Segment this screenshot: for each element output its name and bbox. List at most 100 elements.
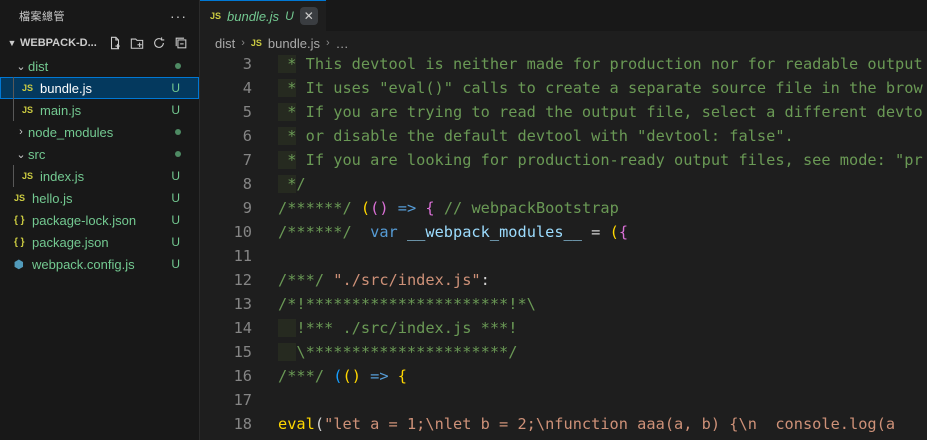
js-file-icon: JS xyxy=(250,38,262,48)
code-line: 5 * If you are trying to read the output… xyxy=(200,100,927,124)
line-number: 8 xyxy=(242,175,252,193)
tree-item-label: dist xyxy=(28,58,49,74)
line-number: 3 xyxy=(242,55,252,73)
code-line: 14 !*** ./src/index.js ***! xyxy=(200,316,927,340)
explorer-actions xyxy=(107,35,189,51)
tab-bar: JS bundle.js U ✕ xyxy=(200,0,927,31)
indent-guide xyxy=(13,99,14,121)
code-text: * If you are trying to read the output f… xyxy=(252,103,927,121)
code-line: 4 * It uses "eval()" calls to create a s… xyxy=(200,76,927,100)
line-number: 11 xyxy=(233,247,252,265)
line-number: 9 xyxy=(242,199,252,217)
explorer-title: 檔案總管 xyxy=(19,10,65,23)
git-status-badge: U xyxy=(171,103,180,117)
collapse-all-icon[interactable] xyxy=(173,35,189,51)
code-line: 11 xyxy=(200,244,927,268)
chevron-down-icon: ⌄ xyxy=(16,60,26,73)
git-status-badge: U xyxy=(171,213,180,227)
line-number: 4 xyxy=(242,79,252,97)
js-file-icon: JS xyxy=(22,105,34,115)
project-section-header[interactable]: ▼ WEBPACK-D... xyxy=(0,31,199,55)
git-status-badge: U xyxy=(171,191,180,205)
line-number: 17 xyxy=(233,391,252,409)
git-status-badge: U xyxy=(171,81,180,95)
tree-item-package-lock-json[interactable]: { } package-lock.json U xyxy=(0,209,199,231)
indent-guide xyxy=(13,77,14,99)
js-file-icon: JS xyxy=(14,193,26,203)
code-text: * This devtool is neither made for produ… xyxy=(252,55,927,73)
tree-item-bundle-js[interactable]: JS bundle.js U xyxy=(0,77,199,99)
code-line: 13 /*!**********************!*\ xyxy=(200,292,927,316)
code-text: \**********************/ xyxy=(252,343,927,361)
tab-label: bundle.js xyxy=(227,8,280,24)
line-number: 12 xyxy=(233,271,252,289)
js-file-icon: JS xyxy=(22,83,34,93)
chevron-right-icon: › xyxy=(325,37,330,49)
code-editor[interactable]: 3 * This devtool is neither made for pro… xyxy=(200,52,927,440)
line-number: 14 xyxy=(233,319,252,337)
tree-item-src[interactable]: ⌄ src xyxy=(0,143,199,165)
code-text: */ xyxy=(252,175,927,193)
tree-item-label: src xyxy=(28,146,46,162)
code-text: * It uses "eval()" calls to create a sep… xyxy=(252,79,927,97)
code-text: * If you are looking for production-read… xyxy=(252,151,927,169)
tree-item-webpack-config-js[interactable]: ⬢ webpack.config.js U xyxy=(0,253,199,275)
line-number: 7 xyxy=(242,151,252,169)
json-file-icon: { } xyxy=(14,214,25,226)
line-number: 15 xyxy=(233,343,252,361)
code-line: 3 * This devtool is neither made for pro… xyxy=(200,52,927,76)
close-icon[interactable]: ✕ xyxy=(299,7,318,25)
js-file-icon: JS xyxy=(22,171,34,181)
explorer-sidebar: 檔案總管 ··· ▼ WEBPACK-D... ⌄ dist JS bundle.js… xyxy=(0,0,200,440)
git-status-badge: U xyxy=(171,257,180,271)
tree-item-main-js[interactable]: JS main.js U xyxy=(0,99,199,121)
tree-item-package-json[interactable]: { } package.json U xyxy=(0,231,199,253)
line-number: 5 xyxy=(242,103,252,121)
new-folder-icon[interactable] xyxy=(129,35,145,51)
line-number: 16 xyxy=(233,367,252,385)
more-actions-icon[interactable]: ··· xyxy=(170,8,187,24)
explorer-header: 檔案總管 ··· xyxy=(0,0,199,31)
breadcrumb-symbols[interactable]: … xyxy=(336,36,349,51)
code-text: /******/ (() => { // webpackBootstrap xyxy=(278,199,619,217)
tree-item-dist[interactable]: ⌄ dist xyxy=(0,55,199,77)
code-text: eval("let a = 1;\nlet b = 2;\nfunction a… xyxy=(278,415,896,433)
tree-item-hello-js[interactable]: JS hello.js U xyxy=(0,187,199,209)
chevron-right-icon: › xyxy=(19,126,23,138)
chevron-right-icon: › xyxy=(241,37,245,49)
code-line: 9 /******/ (() => { // webpackBootstrap xyxy=(200,196,927,220)
modified-dot-icon xyxy=(175,63,181,69)
code-text: !*** ./src/index.js ***! xyxy=(252,319,927,337)
project-name: WEBPACK-D... xyxy=(20,37,97,49)
code-text: /******/ var __webpack_modules__ = ({ xyxy=(278,223,629,241)
refresh-icon[interactable] xyxy=(151,35,167,51)
code-line: 7 * If you are looking for production-re… xyxy=(200,148,927,172)
code-line: 12 /***/ "./src/index.js": xyxy=(200,268,927,292)
code-text: /*!**********************!*\ xyxy=(278,295,536,313)
code-text: /***/ "./src/index.js": xyxy=(278,271,490,289)
tab-bundle-js[interactable]: JS bundle.js U ✕ xyxy=(200,0,326,31)
modified-dot-icon xyxy=(175,151,181,157)
tree-item-index-js[interactable]: JS index.js U xyxy=(0,165,199,187)
tab-status-badge: U xyxy=(285,9,294,23)
file-tree: ⌄ dist JS bundle.js U JS main.js U › node_modules… xyxy=(0,55,199,275)
code-line: 10 /******/ var __webpack_modules__ = ({ xyxy=(200,220,927,244)
code-line: 17 xyxy=(200,388,927,412)
git-status-badge: U xyxy=(171,235,180,249)
line-number: 10 xyxy=(233,223,252,241)
line-number: 6 xyxy=(242,127,252,145)
code-line: 18 eval("let a = 1;\nlet b = 2;\nfunction… xyxy=(200,412,927,436)
js-file-icon: JS xyxy=(210,11,222,21)
modified-dot-icon xyxy=(175,129,181,135)
tree-item-node-modules[interactable]: › node_modules xyxy=(0,121,199,143)
code-text: * or disable the default devtool with "d… xyxy=(252,127,927,145)
code-line: 16 /***/ (() => { xyxy=(200,364,927,388)
code-text: /***/ (() => { xyxy=(278,367,407,385)
new-file-icon[interactable] xyxy=(107,35,123,51)
tree-item-label: node_modules xyxy=(28,124,114,140)
chevron-down-icon: ⌄ xyxy=(16,148,26,161)
breadcrumb-file[interactable]: bundle.js xyxy=(268,36,320,51)
breadcrumb-dist[interactable]: dist xyxy=(215,36,235,51)
git-status-badge: U xyxy=(171,169,180,183)
indent-guide xyxy=(13,165,14,187)
